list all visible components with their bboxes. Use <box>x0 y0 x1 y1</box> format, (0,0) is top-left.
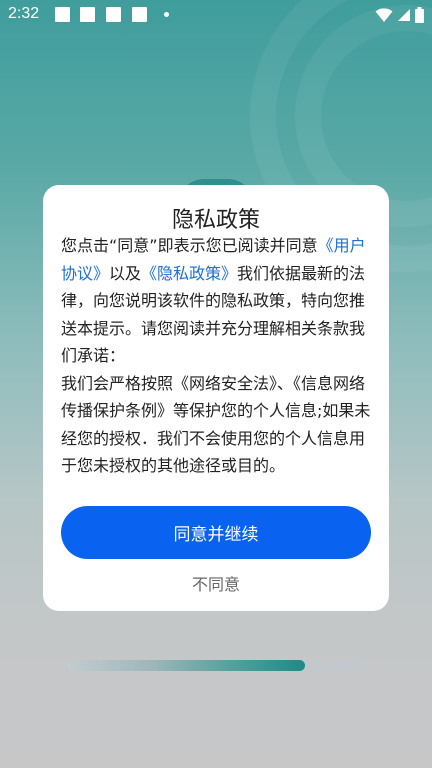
status-icons <box>375 6 424 24</box>
privacy-policy-dialog: 隐私政策 您点击“同意”即表示您已阅读并同意《用户协议》以及《隐私政策》我们依据… <box>43 185 389 611</box>
status-time: 2:32 <box>8 5 40 22</box>
square-notification-icon <box>55 7 70 22</box>
dialog-body: 您点击“同意”即表示您已阅读并同意《用户协议》以及《隐私政策》我们依据最新的法律… <box>61 232 373 480</box>
square-notification-icon <box>106 7 121 22</box>
dialog-title: 隐私政策 <box>171 208 260 233</box>
dot-icon <box>164 12 169 17</box>
loading-progress-fill <box>67 660 306 671</box>
splash-screen: 2:32 隐私政策 您点击“同意”即表示您已阅读并同意《用户协议》以及《隐私政策… <box>0 0 432 768</box>
square-notification-icon <box>132 7 147 22</box>
privacy-policy-link[interactable]: 《隐私政策》 <box>141 264 237 283</box>
policy-paragraph-2: 我们会严格按照《网络安全法》、《信息网络传播保护条例》等保护您的个人信息;如果未… <box>61 373 371 476</box>
policy-paragraph-1: 您点击“同意”即表示您已阅读并同意《用户协议》以及《隐私政策》我们依据最新的法律… <box>61 232 373 370</box>
policy-intro-text: 您点击“同意”即表示您已阅读并同意 <box>61 236 318 255</box>
conjunction-text: 以及 <box>109 263 142 283</box>
square-notification-icon <box>80 7 95 22</box>
status-bar: 2:32 <box>0 0 432 30</box>
wifi-icon <box>375 7 393 22</box>
loading-progress-bar <box>67 660 365 671</box>
agree-and-continue-button[interactable]: 同意并继续 <box>61 506 371 559</box>
signal-icon <box>398 9 410 21</box>
battery-icon <box>415 7 424 23</box>
disagree-button[interactable]: 不同意 <box>166 569 266 597</box>
